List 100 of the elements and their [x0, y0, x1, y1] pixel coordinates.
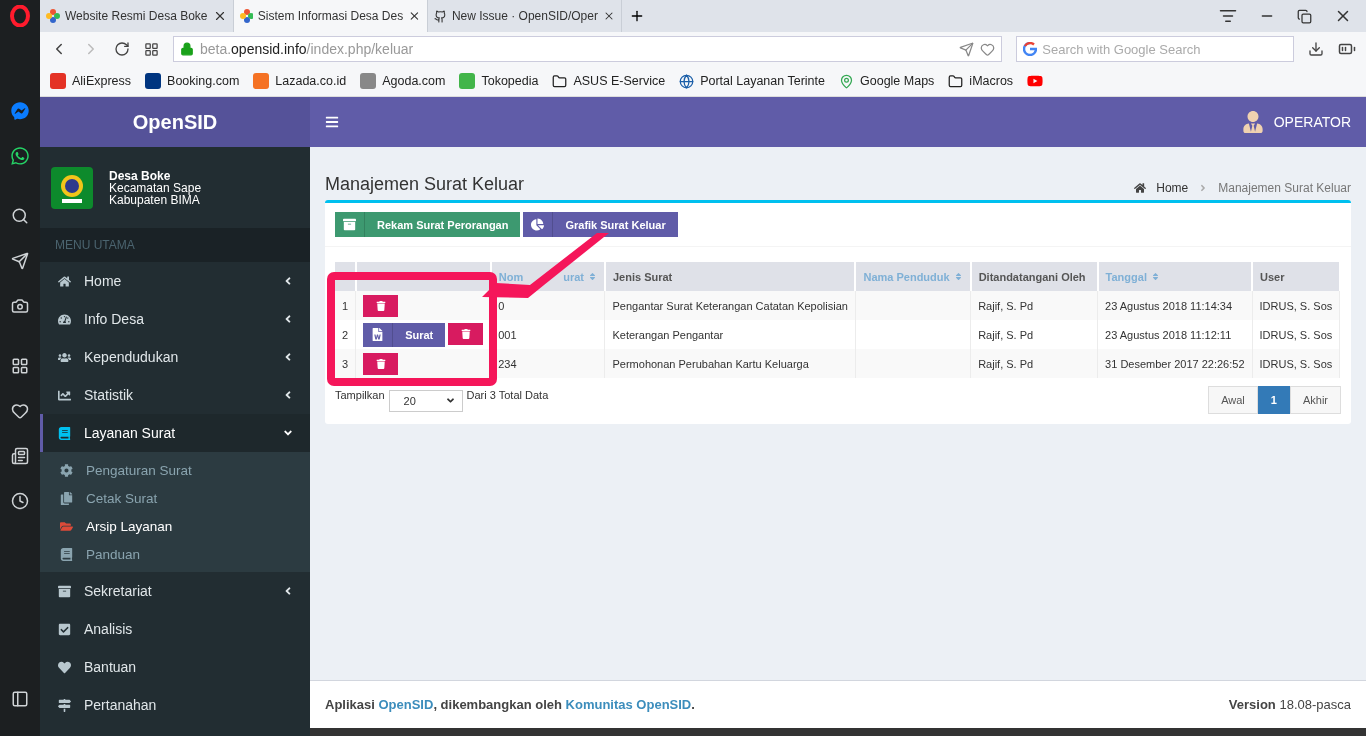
breadcrumb-current: Manajemen Surat Keluar: [1218, 181, 1351, 195]
chart-icon: [58, 388, 74, 402]
folder-icon: [60, 519, 76, 533]
menu-item[interactable]: Pertanahan: [40, 686, 310, 724]
delete-button[interactable]: [448, 322, 484, 345]
site-icon: [459, 73, 476, 89]
whatsapp-icon[interactable]: [8, 144, 32, 168]
word-file-icon: [371, 328, 385, 341]
download-icon[interactable]: [1308, 41, 1324, 57]
page-button[interactable]: 1: [1257, 386, 1290, 414]
village-name: Desa Boke: [109, 169, 172, 182]
bookmark-link[interactable]: Portal Layanan Terinte: [679, 73, 825, 89]
table-cell: 234: [498, 357, 517, 370]
site-icon: [145, 73, 162, 89]
bookmark-link[interactable]: Lazada.co.id: [253, 73, 347, 89]
bookmark-link[interactable]: Agoda.com: [360, 73, 446, 89]
bookmark-link[interactable]: Google Maps: [839, 73, 935, 89]
page-title: Manajemen Surat Keluar: [325, 174, 525, 195]
letter-button[interactable]: Surat: [363, 322, 446, 347]
close-icon[interactable]: [213, 9, 227, 23]
table-cell: IDRUS, S. Sos: [1259, 328, 1333, 341]
column-header: User: [1252, 262, 1340, 291]
site-icon: [50, 73, 66, 89]
tab-menu-icon[interactable]: [1219, 7, 1237, 25]
delete-button[interactable]: [363, 294, 399, 317]
lock-icon: [179, 42, 194, 56]
menu-icon[interactable]: [325, 115, 339, 129]
menu-item[interactable]: Sekretariat: [40, 572, 310, 610]
user-icon: [1241, 111, 1264, 133]
column-header: Jenis Surat: [605, 262, 856, 291]
menu-item[interactable]: Info Desa: [40, 300, 310, 338]
messenger-icon[interactable]: [8, 99, 32, 123]
table-cell: Rajif, S. Pd: [978, 328, 1034, 341]
menu-item[interactable]: Home: [40, 262, 310, 300]
signpost-icon: [58, 698, 74, 712]
pie-chart-icon: [531, 218, 545, 231]
submenu-item[interactable]: Panduan: [40, 540, 310, 568]
trash-icon: [375, 358, 386, 369]
table-cell: Pengantar Surat Keterangan Catatan Kepolisian: [612, 299, 848, 312]
row-number: 2: [342, 328, 349, 341]
bookmark-link[interactable]: AliExpress: [50, 73, 132, 89]
sort-icon: [588, 271, 597, 281]
emblem-icon: [50, 165, 94, 210]
trash-icon: [375, 300, 386, 311]
row-number: 3: [342, 357, 349, 370]
district-name: Kecamatan Sape: [109, 181, 202, 194]
reload-icon[interactable]: [113, 41, 130, 57]
breadcrumb-link[interactable]: Home: [1156, 181, 1189, 195]
menu-header: MENU UTAMA: [40, 228, 310, 262]
menu-item[interactable]: Analisis: [40, 610, 310, 648]
opera-logo-icon[interactable]: [8, 4, 32, 28]
page-button[interactable]: Awal: [1208, 386, 1258, 414]
page-button[interactable]: Akhir: [1289, 386, 1341, 414]
bookmark-link[interactable]: iMacros: [948, 73, 1014, 89]
menu-item[interactable]: Statistik: [40, 376, 310, 414]
gauge-icon: [58, 312, 74, 326]
table-cell: 0: [498, 299, 505, 312]
table-cell: 31 Desember 2017 22:26:52: [1105, 357, 1245, 370]
table-cell: 001: [498, 328, 517, 341]
page-size-select[interactable]: 20: [388, 389, 463, 412]
submenu-item[interactable]: Pengaturan Surat: [40, 456, 310, 484]
brand-title[interactable]: OpenSID: [40, 97, 310, 147]
submenu-item[interactable]: Cetak Surat: [40, 484, 310, 512]
table-cell: 23 Agustus 2018 11:12:11: [1105, 328, 1232, 341]
delete-button[interactable]: [363, 352, 399, 375]
menu-item[interactable]: Kependudukan: [40, 338, 310, 376]
site-icon: [360, 73, 377, 89]
footer-link[interactable]: OpenSID: [378, 697, 434, 712]
bookmark-link[interactable]: ASUS E-Service: [552, 73, 666, 89]
users-icon: [58, 350, 74, 364]
archive-icon: [343, 218, 356, 231]
flower-icon: [46, 9, 60, 23]
bookmark-link[interactable]: Tokopedia: [459, 73, 539, 89]
menu-item[interactable]: Bantuan: [40, 648, 310, 686]
menu-item[interactable]: Layanan Surat: [40, 414, 310, 452]
record-button[interactable]: Rekam Surat Perorangan: [335, 212, 521, 237]
table-cell: IDRUS, S. Sos: [1259, 299, 1333, 312]
google-icon: [1023, 42, 1038, 56]
home-icon: [1134, 182, 1147, 194]
chart-button[interactable]: Grafik Surat Keluar: [523, 212, 678, 237]
restore-icon[interactable]: [1297, 8, 1312, 24]
new-tab-icon[interactable]: [629, 8, 645, 24]
user-menu[interactable]: OPERATOR: [1241, 111, 1351, 133]
sort-icon: [1150, 271, 1160, 281]
archive-icon: [58, 584, 74, 598]
grid-icon[interactable]: [143, 41, 159, 57]
row-number: 1: [342, 299, 349, 312]
bookmark-link[interactable]: Booking.com: [145, 73, 240, 89]
play-icon[interactable]: [1027, 73, 1044, 89]
browser-tab[interactable]: Sistem Informasi Desa Des: [234, 0, 428, 32]
table-cell: Rajif, S. Pd: [978, 299, 1034, 312]
home-icon: [58, 274, 74, 288]
folder-icon: [948, 73, 964, 89]
map-pin-icon: [839, 73, 854, 89]
submenu-item[interactable]: Arsip Layanan: [40, 512, 310, 540]
heart-icon: [58, 660, 74, 674]
close-icon[interactable]: [408, 9, 421, 23]
table-cell: Permohonan Perubahan Kartu Keluarga: [612, 357, 809, 370]
folder-icon: [552, 73, 568, 89]
chevron-down-icon: [444, 395, 456, 406]
